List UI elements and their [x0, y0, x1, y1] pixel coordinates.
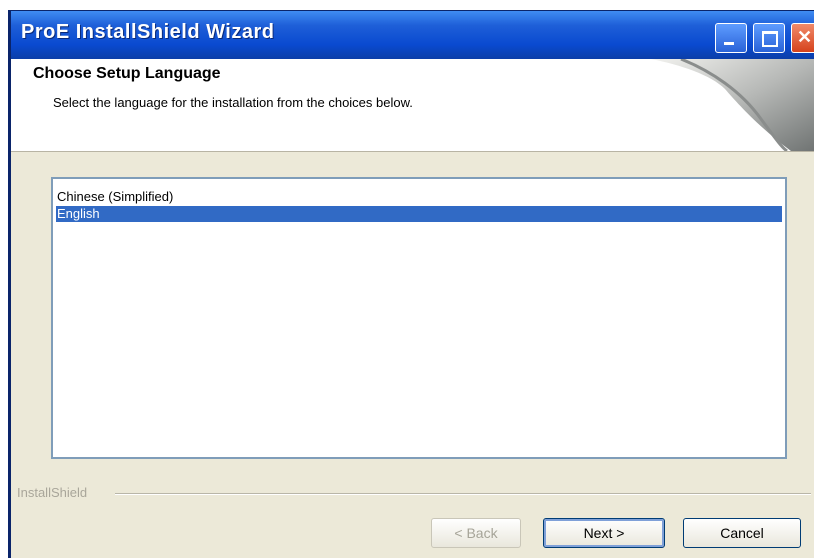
footer-divider: [115, 493, 811, 495]
cancel-button[interactable]: Cancel: [683, 518, 801, 548]
window-title: ProE InstallShield Wizard: [21, 21, 275, 43]
title-bar[interactable]: ProE InstallShield Wizard ✕: [11, 11, 814, 59]
page-subtitle: Select the language for the installation…: [53, 95, 413, 110]
minimize-icon: [724, 42, 734, 45]
installshield-brand-label: InstallShield: [17, 485, 88, 500]
close-button[interactable]: ✕: [791, 23, 814, 53]
close-icon: ✕: [796, 27, 813, 47]
maximize-button[interactable]: [753, 23, 785, 53]
back-button[interactable]: < Back: [431, 518, 521, 548]
page-title: Choose Setup Language: [33, 65, 221, 82]
wizard-header: Choose Setup Language Select the languag…: [11, 59, 814, 152]
list-item[interactable]: Chinese (Simplified): [56, 189, 782, 205]
minimize-button[interactable]: [715, 23, 747, 53]
next-button[interactable]: Next >: [543, 518, 665, 548]
installshield-graphic-icon: [651, 59, 814, 151]
maximize-icon: [762, 31, 778, 47]
list-item-selected[interactable]: English: [56, 206, 782, 222]
installshield-wizard-window: ProE InstallShield Wizard ✕ Choose Setup…: [8, 10, 814, 558]
language-listbox[interactable]: Chinese (Simplified) English: [51, 177, 787, 459]
